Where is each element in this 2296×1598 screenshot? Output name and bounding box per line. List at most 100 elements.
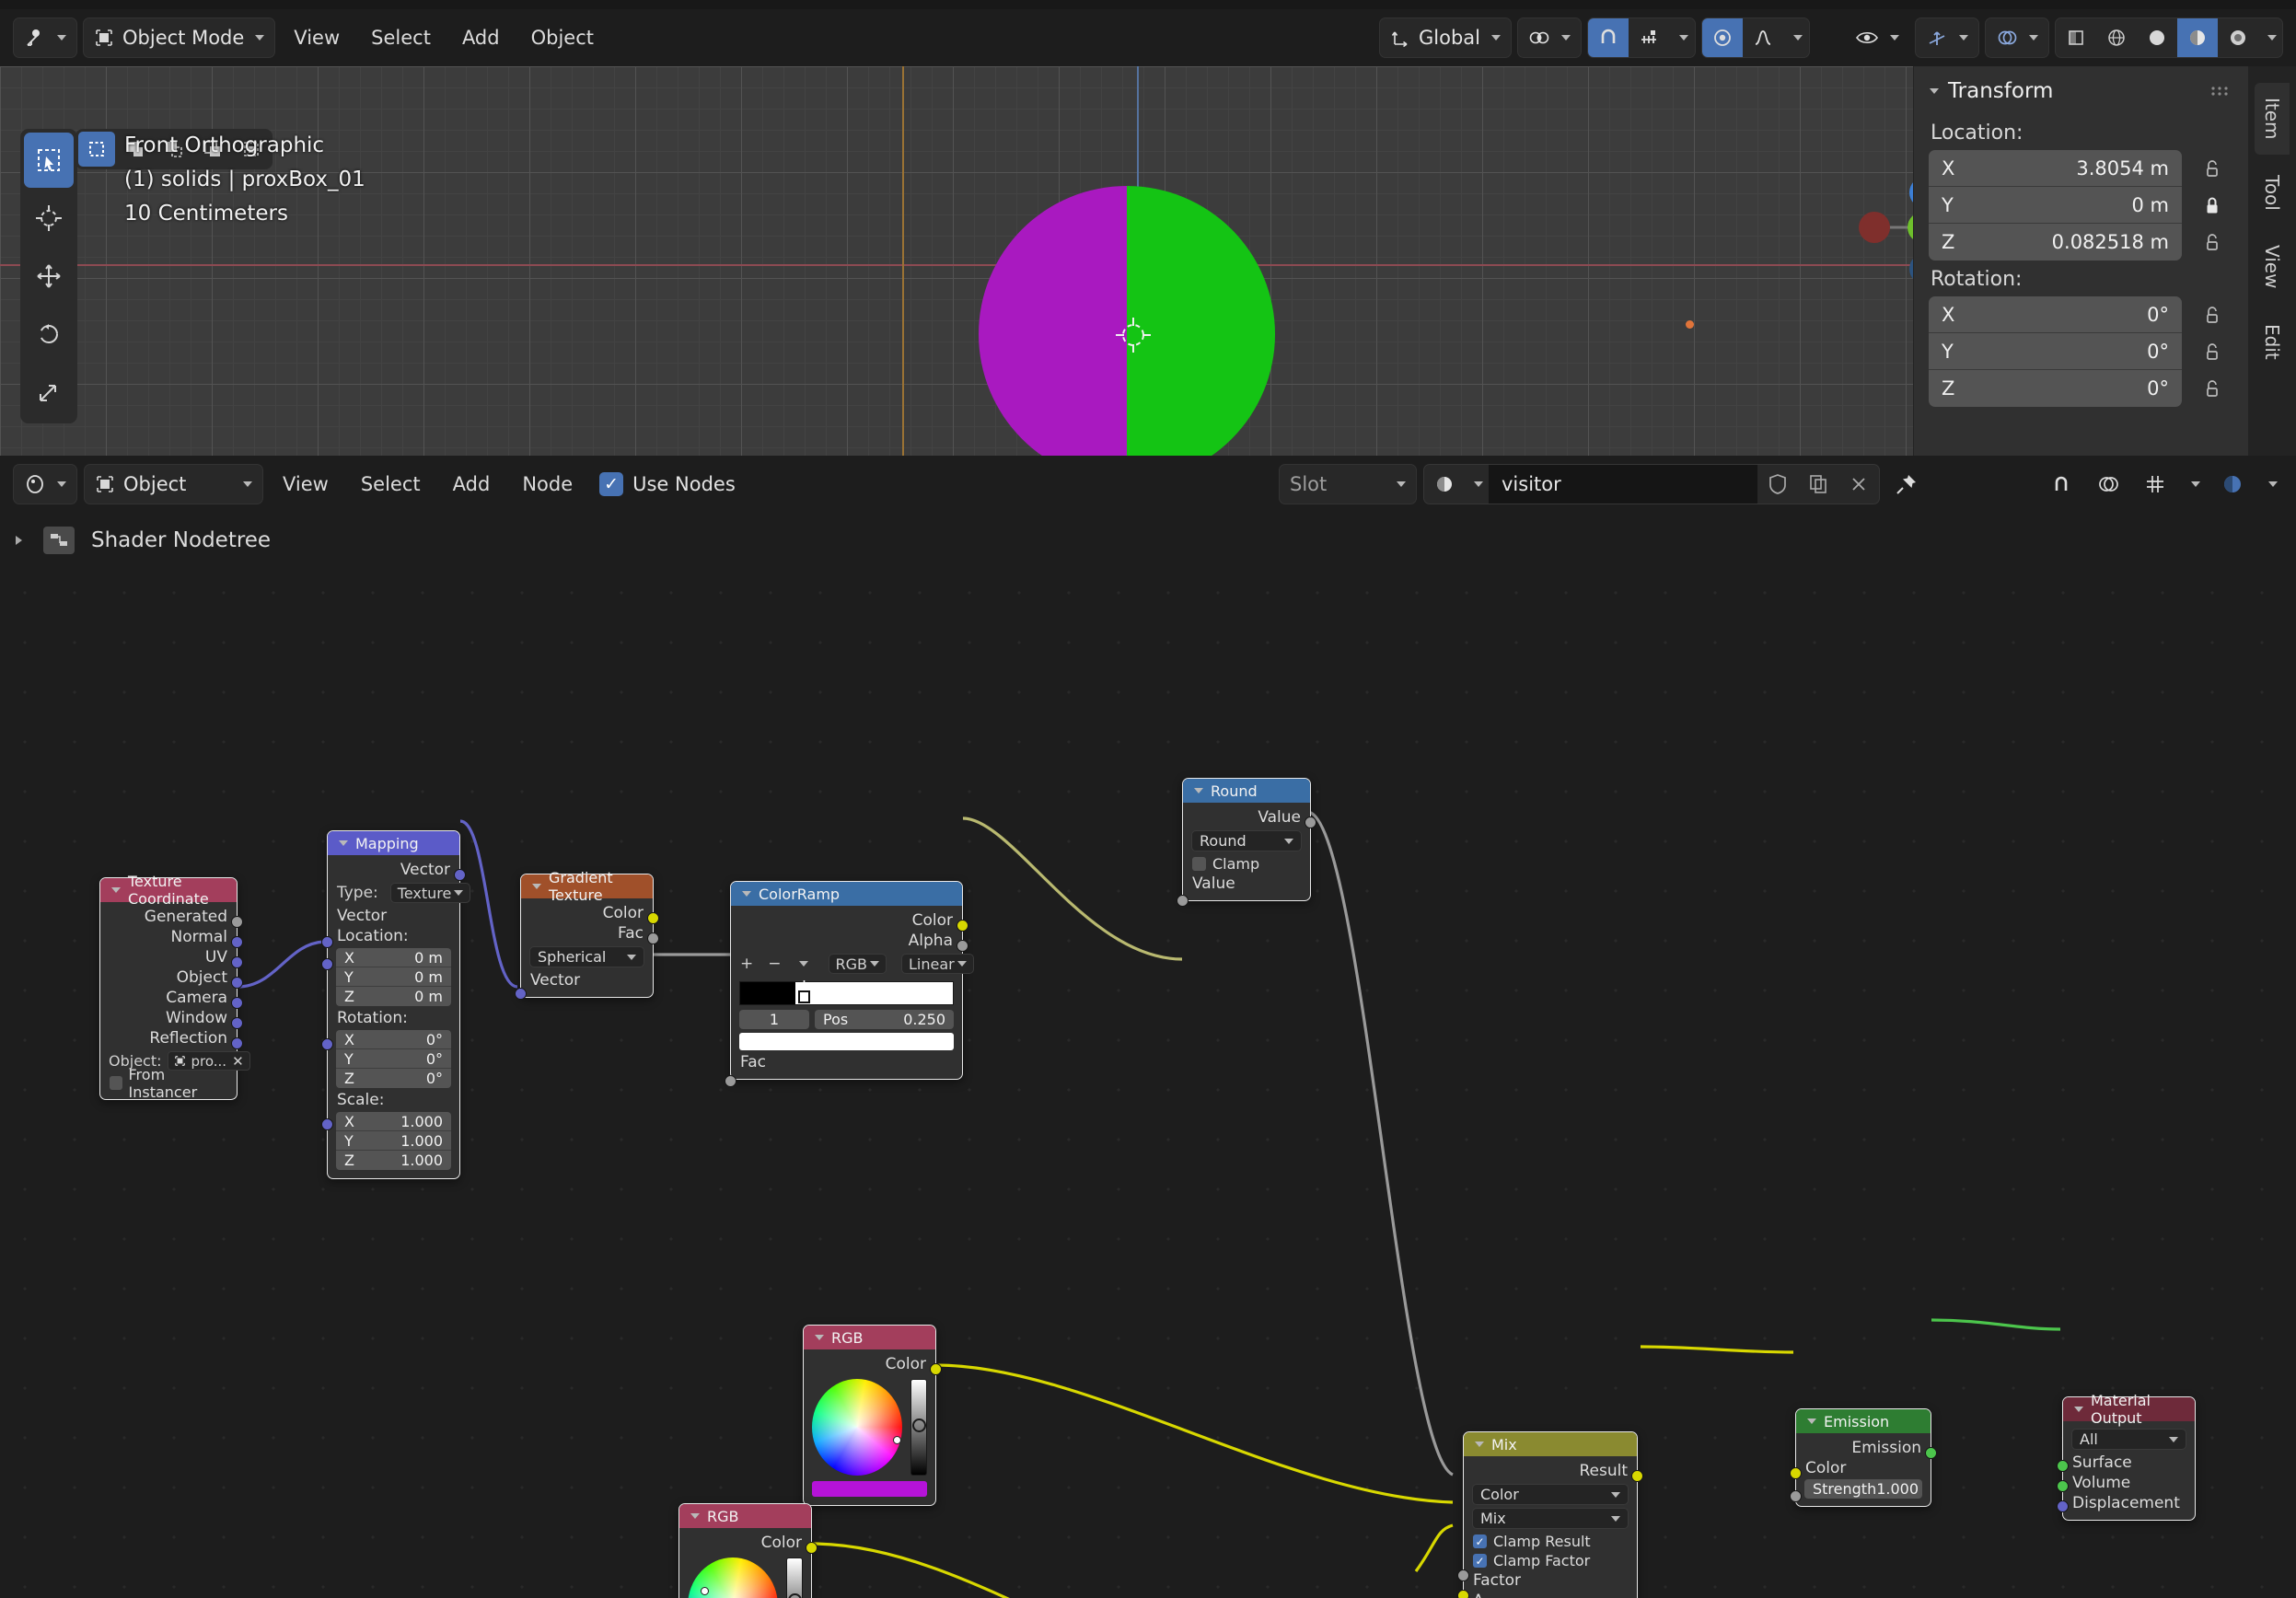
snap-controls[interactable] — [1587, 17, 1696, 58]
node-gradient-texture[interactable]: Gradient Texture Color Fac Spherical Vec… — [515, 869, 659, 1000]
gradient-out-fac[interactable]: Fac — [521, 923, 653, 944]
texcoord-out-normal[interactable]: Normal — [100, 927, 237, 947]
viewport-overlays-button[interactable] — [1985, 17, 2049, 58]
ramp-menu-chevron[interactable] — [798, 961, 808, 967]
panel-drag-handle[interactable] — [2209, 85, 2233, 98]
color-wheel-knob[interactable] — [701, 1587, 709, 1595]
mapping-loc-y[interactable]: Y 0 m — [336, 967, 451, 987]
node-material-output[interactable]: Material Output All Surface Volume Displ… — [2057, 1392, 2196, 1521]
shader-menu-view[interactable]: View — [270, 464, 342, 504]
breadcrumb-expand-icon[interactable] — [16, 536, 27, 545]
mapping-out-vector[interactable]: Vector — [328, 860, 459, 880]
mapping-rotation-fields[interactable]: X 0° Y 0° Z 0° — [336, 1030, 451, 1088]
round-clamp-checkbox[interactable] — [1192, 857, 1206, 871]
mapping-loc-z[interactable]: Z 0 m — [336, 987, 451, 1006]
tool-rotate[interactable] — [24, 307, 74, 362]
socket-mix-top-a[interactable] — [1457, 1590, 1469, 1598]
socket-mix-top-factor[interactable] — [1457, 1569, 1469, 1581]
socket-gradient-vector[interactable] — [515, 988, 527, 1000]
node-emission[interactable]: Emission Emission Color Strength 1.000 — [1790, 1408, 1937, 1507]
unlink-material-icon[interactable] — [1838, 465, 1879, 504]
value-slider[interactable] — [786, 1557, 803, 1598]
from-instancer-checkbox[interactable] — [110, 1076, 122, 1090]
gradient-type-select[interactable]: Spherical — [529, 946, 644, 967]
round-in-value[interactable]: Value — [1183, 874, 1310, 894]
socket-gradient-color[interactable] — [647, 912, 659, 924]
round-clamp-row[interactable]: Clamp — [1183, 854, 1310, 874]
snap-increment-icon[interactable] — [1629, 18, 1669, 57]
ramp-stop-handle[interactable] — [797, 980, 811, 1008]
falloff-curve-icon[interactable] — [1743, 18, 1783, 57]
wireframe-shading-icon[interactable] — [2096, 18, 2137, 57]
transform-panel-header[interactable]: Transform — [1914, 79, 2248, 114]
socket-mapping-location[interactable] — [321, 958, 333, 970]
ramp-interpolation-select[interactable]: Linear — [901, 954, 974, 974]
rotation-z-lock[interactable] — [2191, 370, 2233, 407]
mix-top-out-result[interactable]: Result — [1464, 1461, 1637, 1481]
node-round-math[interactable]: Round Value Round Clamp Value — [1177, 778, 1316, 907]
mapping-location-fields[interactable]: X 0 m Y 0 m Z 0 m — [336, 948, 451, 1006]
xray-toggle-icon[interactable] — [2056, 18, 2096, 57]
socket-uv[interactable] — [231, 956, 243, 968]
shading-dropdown-chevron[interactable] — [2258, 18, 2282, 57]
node-mix-top[interactable]: Mix Result Color Mix ✓ Clamp Result ✓ Cl… — [1457, 1431, 1643, 1598]
transform-orientation-button[interactable]: Global — [1379, 17, 1512, 58]
socket-mapping-vector-in[interactable] — [321, 936, 333, 948]
material-browse-icon[interactable] — [1424, 465, 1465, 504]
shading-preview-icon[interactable] — [2212, 465, 2253, 504]
rotation-x-lock[interactable] — [2191, 296, 2233, 333]
location-z-lock[interactable] — [2191, 224, 2233, 261]
rotation-fields[interactable]: X 0° Y 0° Z 0° — [1929, 296, 2182, 407]
npanel-tabs[interactable]: Item Tool View Edit — [2248, 66, 2296, 456]
round-out-value[interactable]: Value — [1183, 807, 1310, 828]
mix-top-header[interactable]: Mix — [1464, 1432, 1637, 1456]
shader-type-button[interactable]: Object — [84, 464, 263, 504]
material-id-block[interactable]: visitor — [1423, 464, 1880, 504]
color-wheel-knob[interactable] — [893, 1436, 901, 1444]
npanel-tab-edit[interactable]: Edit — [2255, 309, 2290, 375]
location-z-field[interactable]: Z 0.082518 m — [1929, 224, 2182, 261]
socket-window[interactable] — [231, 1017, 243, 1029]
mapping-header[interactable]: Mapping — [328, 831, 459, 855]
mix-top-clamp-factor-checkbox[interactable]: ✓ — [1473, 1554, 1487, 1568]
node-rgb-green[interactable]: RGB Color — [678, 1503, 818, 1598]
location-x-lock[interactable] — [2191, 150, 2233, 187]
socket-camera[interactable] — [231, 997, 243, 1009]
socket-rgb-green-color[interactable] — [806, 1542, 818, 1554]
visibility-button[interactable] — [1845, 17, 1909, 58]
mapping-type-select[interactable]: Texture — [389, 883, 471, 903]
node-snap-chevron[interactable] — [2182, 465, 2206, 504]
falloff-dropdown-chevron[interactable] — [1783, 18, 1809, 57]
round-header[interactable]: Round — [1183, 779, 1310, 803]
socket-mapping-vector-out[interactable] — [454, 869, 466, 881]
npanel-tab-tool[interactable]: Tool — [2255, 160, 2290, 226]
ramp-color-mode-select[interactable]: RGB — [828, 954, 887, 974]
color-ramp-header[interactable]: ColorRamp — [731, 882, 962, 906]
socket-mapping-rotation[interactable] — [321, 1038, 333, 1050]
pin-icon[interactable] — [1886, 465, 1927, 504]
snap-dropdown-chevron[interactable] — [1669, 18, 1695, 57]
value-slider-knob[interactable] — [912, 1419, 927, 1432]
node-rgb-magenta[interactable]: RGB Color — [803, 1325, 942, 1506]
shader-menu-add[interactable]: Add — [440, 464, 504, 504]
socket-ramp-fac[interactable] — [725, 1075, 736, 1087]
socket-output-displacement[interactable] — [2057, 1500, 2069, 1512]
mapping-rot-y[interactable]: Y 0° — [336, 1049, 451, 1069]
ramp-controls[interactable]: + − RGB Linear — [731, 951, 974, 977]
material-output-target-select[interactable]: All — [2071, 1429, 2186, 1450]
socket-output-surface[interactable] — [2057, 1460, 2069, 1472]
mapping-loc-x[interactable]: X 0 m — [336, 948, 451, 967]
node-snap-grid-icon[interactable] — [2135, 465, 2175, 504]
ramp-index-field[interactable]: 1 — [739, 1010, 809, 1029]
material-output-in-displacement[interactable]: Displacement — [2063, 1493, 2195, 1513]
npanel-tab-view[interactable]: View — [2255, 230, 2290, 303]
mix-top-clamp-result-checkbox[interactable]: ✓ — [1473, 1534, 1487, 1548]
gradient-out-color[interactable]: Color — [521, 903, 653, 923]
socket-round-value-out[interactable] — [1305, 816, 1316, 828]
rgb-magenta-picker[interactable] — [804, 1374, 935, 1477]
gradient-in-vector[interactable]: Vector — [521, 970, 653, 990]
socket-mix-top-result[interactable] — [1631, 1470, 1643, 1482]
material-browse-chevron[interactable] — [1465, 465, 1489, 504]
value-slider-knob[interactable] — [788, 1593, 803, 1598]
viewport-menu-select[interactable]: Select — [358, 17, 444, 58]
